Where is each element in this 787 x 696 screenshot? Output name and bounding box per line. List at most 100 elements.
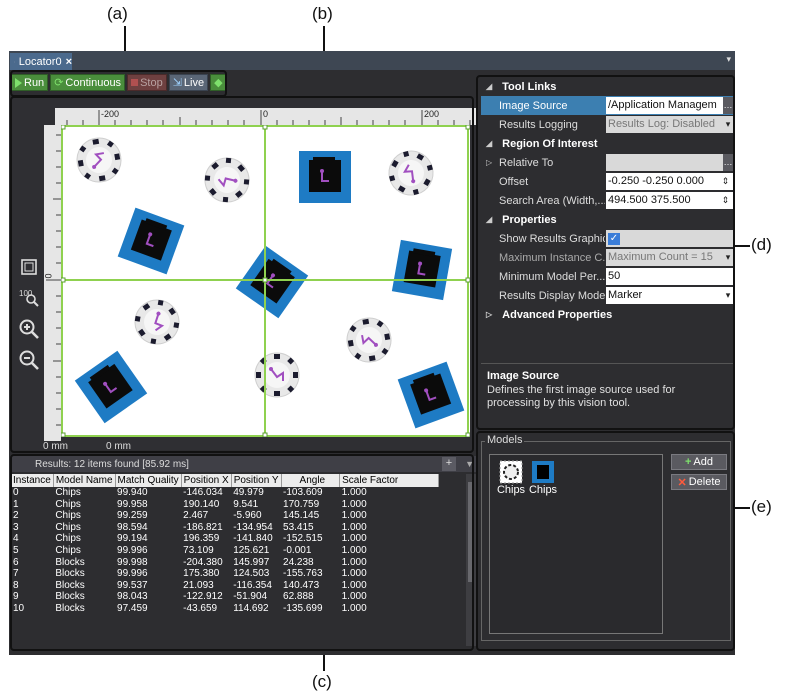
- expand-icon[interactable]: ▷: [486, 158, 492, 167]
- continuous-button[interactable]: ⟳ Continuous: [50, 74, 126, 91]
- dropdown-icon[interactable]: ▾: [723, 116, 733, 133]
- model-item-blocks[interactable]: Chips: [528, 460, 558, 496]
- image-canvas[interactable]: [61, 125, 470, 437]
- spin-icon[interactable]: ⇕: [718, 173, 733, 190]
- dropdown-icon[interactable]: ▾: [723, 249, 733, 266]
- table-row[interactable]: 2 Chips 99.259 2.467 -5.960 145.145 1.000: [11, 510, 439, 522]
- browse-button[interactable]: …: [723, 154, 733, 171]
- prop-results-logging[interactable]: Results Logging Results Log: Disabled ▾: [481, 115, 733, 134]
- table-cell: Blocks: [55, 602, 85, 614]
- col-position-x[interactable]: Position X: [181, 474, 232, 487]
- col-match-quality[interactable]: Match Quality: [115, 474, 182, 487]
- prop-show-results-graphics[interactable]: Show Results Graphics ✓: [481, 229, 733, 248]
- table-cell: 73.109: [183, 544, 214, 556]
- model-item-chips[interactable]: Chips: [496, 460, 526, 496]
- tab-overflow-icon[interactable]: ▾: [726, 54, 731, 65]
- table-cell: 1.000: [341, 602, 367, 614]
- zoom-out-button[interactable]: [17, 348, 41, 372]
- table-cell: 98.594: [117, 521, 148, 533]
- prop-relative-to[interactable]: ▷ Relative To …: [481, 153, 733, 172]
- col-angle[interactable]: Angle: [281, 474, 341, 487]
- category-label: Properties: [502, 213, 557, 226]
- col-scale-factor[interactable]: Scale Factor: [339, 474, 440, 487]
- table-row[interactable]: 7 Blocks 99.996 175.380 124.503 -155.763 1.000: [11, 568, 439, 580]
- show-results-graphics-checkbox[interactable]: ✓: [608, 233, 620, 245]
- scrollbar-thumb[interactable]: [468, 482, 474, 582]
- table-row[interactable]: 1 Chips 99.958 190.140 9.541 170.759 1.000: [11, 499, 439, 511]
- col-model-name[interactable]: Model Name: [53, 474, 116, 487]
- add-model-button[interactable]: + Add: [671, 454, 727, 470]
- min-model-field[interactable]: 50: [606, 268, 733, 285]
- tab-locator0[interactable]: Locator0 ×: [10, 53, 72, 70]
- image-source-field[interactable]: /Application Managem: [606, 97, 723, 114]
- table-cell: -204.380: [183, 556, 223, 568]
- expand-results-button[interactable]: +: [442, 457, 456, 471]
- tab-close-icon[interactable]: ×: [66, 56, 72, 68]
- zoom-in-button[interactable]: [17, 317, 41, 341]
- prop-image-source[interactable]: Image Source /Application Managem …: [481, 96, 733, 115]
- results-dropdown-icon[interactable]: ▼: [465, 459, 474, 469]
- results-header-row: Instance Model Name Match Quality Positi…: [11, 474, 440, 487]
- table-cell: 1.000: [341, 579, 367, 591]
- results-body: 0 Chips 99.940 -146.034 49.979 -103.609 1.000 1…: [11, 487, 439, 615]
- search-area-field[interactable]: 494.500 375.500: [606, 192, 718, 209]
- prop-search-area[interactable]: Search Area (Width,... 494.500 375.500 ⇕: [481, 191, 733, 210]
- chip-object: [379, 141, 443, 205]
- table-cell: Chips: [55, 544, 81, 556]
- run-button[interactable]: Run: [11, 74, 49, 91]
- stop-icon: [131, 79, 139, 86]
- models-list[interactable]: Chips Chips: [489, 454, 663, 634]
- run-toolbar: Run ⟳ Continuous Stop ⇲ Live ◆: [11, 72, 227, 93]
- table-row[interactable]: 6 Blocks 99.998 -204.380 145.997 24.238 1.000: [11, 557, 439, 569]
- col-position-y[interactable]: Position Y: [231, 474, 282, 487]
- prop-offset[interactable]: Offset -0.250 -0.250 0.000 ⇕: [481, 172, 733, 191]
- results-scrollbar[interactable]: [466, 474, 476, 646]
- table-row[interactable]: 9 Blocks 98.043 -122.912 -51.904 62.888 1.000: [11, 591, 439, 603]
- camera-icon: ⇲: [172, 77, 182, 89]
- results-logging-field[interactable]: Results Log: Disabled: [606, 116, 723, 133]
- table-row[interactable]: 10 Blocks 97.459 -43.659 114.692 -135.699 1.00…: [11, 603, 439, 615]
- table-cell: -155.763: [283, 568, 323, 580]
- show-results-graphics-cell: ✓: [606, 230, 733, 247]
- relative-to-field[interactable]: [606, 154, 723, 171]
- ruler-label-200: 200: [424, 109, 440, 119]
- continuous-label: Continuous: [65, 76, 122, 89]
- locator-icon: [14, 61, 15, 62]
- table-row[interactable]: 4 Chips 99.194 196.359 -141.840 -152.515 1.000: [11, 533, 439, 545]
- results-display-field[interactable]: Marker: [606, 287, 723, 304]
- live-button[interactable]: ⇲ Live: [168, 74, 209, 91]
- max-instance-field[interactable]: Maximum Count = 15: [606, 249, 723, 266]
- zoom-100-button[interactable]: 100: [17, 285, 41, 309]
- offset-field[interactable]: -0.250 -0.250 0.000: [606, 173, 718, 190]
- table-cell: -152.515: [283, 533, 323, 545]
- category-tool-links[interactable]: ◢ Tool Links: [481, 77, 733, 96]
- browse-button[interactable]: …: [723, 97, 733, 114]
- category-properties[interactable]: ◢ Properties: [481, 210, 733, 229]
- table-cell: Blocks: [55, 579, 85, 591]
- table-cell: -122.912: [183, 591, 223, 603]
- category-advanced[interactable]: ▷ Advanced Properties: [481, 305, 733, 324]
- table-row[interactable]: 0 Chips 99.940 -146.034 49.979 -103.609 1.000: [11, 487, 439, 499]
- table-row[interactable]: 5 Chips 99.996 73.109 125.621 -0.001 1.000: [11, 545, 439, 557]
- train-button[interactable]: ◆: [210, 74, 227, 91]
- spin-icon[interactable]: ⇕: [718, 192, 733, 209]
- table-row[interactable]: 3 Chips 98.594 -186.821 -134.954 53.415 1.000: [11, 522, 439, 534]
- col-instance[interactable]: Instance: [11, 474, 54, 487]
- prop-name: Results Display Mode: [499, 289, 605, 302]
- dropdown-icon[interactable]: ▾: [723, 287, 733, 304]
- category-roi[interactable]: ◢ Region Of Interest: [481, 134, 733, 153]
- stop-label: Stop: [140, 76, 163, 89]
- results-panel: Results: 12 items found [85.92 ms] + ▼ I…: [11, 456, 478, 651]
- prop-results-display[interactable]: Results Display Mode Marker ▾: [481, 286, 733, 305]
- prop-max-instance[interactable]: Maximum Instance C... Maximum Count = 15…: [481, 248, 733, 267]
- fit-icon: [21, 259, 37, 275]
- delete-model-button[interactable]: ✕ Delete: [671, 474, 727, 490]
- fit-to-window-button[interactable]: [17, 255, 41, 279]
- table-row[interactable]: 8 Blocks 99.537 21.093 -116.354 140.473 1.000: [11, 580, 439, 592]
- prop-min-model[interactable]: Minimum Model Per... 50: [481, 267, 733, 286]
- stop-button[interactable]: Stop: [127, 74, 167, 91]
- chip-object: [195, 148, 259, 212]
- live-label: Live: [183, 76, 205, 89]
- prop-name: Maximum Instance C...: [499, 251, 605, 264]
- zoom-in-icon: [19, 319, 39, 339]
